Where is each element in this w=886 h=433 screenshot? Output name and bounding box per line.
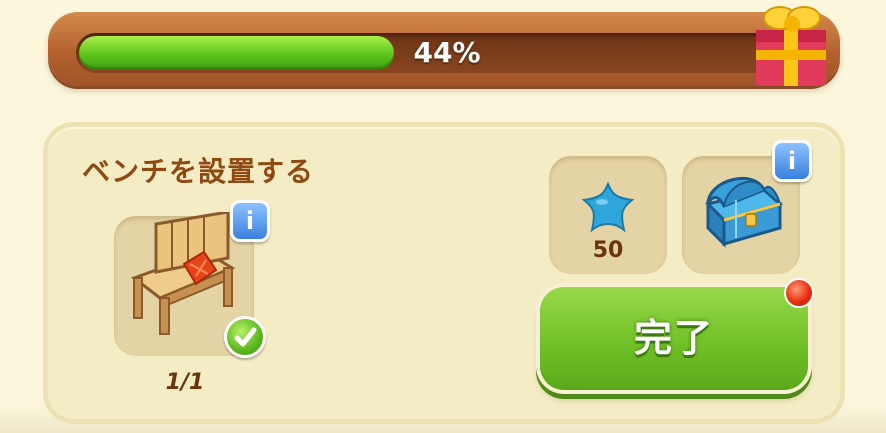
progress-fill: [79, 36, 394, 70]
quest-title: ベンチを設置する: [82, 155, 315, 188]
star-amount: 50: [592, 238, 624, 263]
check-icon: [224, 316, 266, 358]
progress-percent: 44%: [413, 36, 481, 69]
notification-dot: [784, 278, 814, 308]
blue-star-icon: [581, 181, 635, 233]
item-count: 1/1: [165, 370, 205, 395]
bench-info-icon[interactable]: i: [230, 200, 270, 242]
chest-info-icon[interactable]: i: [772, 140, 812, 182]
gift-box-icon[interactable]: [748, 0, 832, 90]
complete-button[interactable]: 完了: [540, 287, 808, 390]
